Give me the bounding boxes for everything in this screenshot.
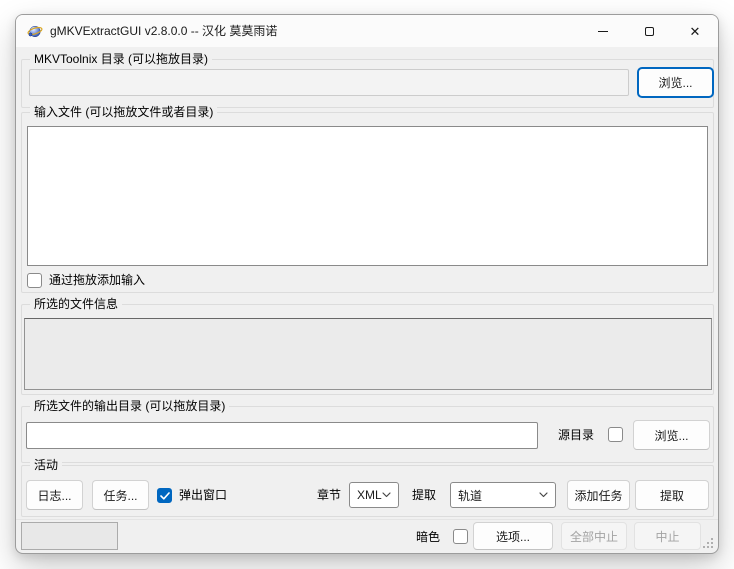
mkvtoolnix-dir-group-label: MKVToolnix 目录 (可以拖放目录) [30,52,212,67]
popup-window-checkbox[interactable] [157,488,172,503]
chapter-label: 章节 [317,488,341,503]
minimize-button[interactable] [580,15,626,47]
chapter-format-value: XML [357,488,382,502]
options-button[interactable]: 选项... [473,522,553,550]
resize-grip[interactable] [703,538,713,548]
window-title: gMKVExtractGUI v2.8.0.0 -- 汉化 莫莫雨诺 [50,15,277,47]
dark-mode-label: 暗色 [416,530,440,545]
chevron-down-icon [539,492,548,498]
popup-window-label: 弹出窗口 [179,488,227,503]
file-info-group-label: 所选的文件信息 [30,297,122,312]
chevron-down-icon [382,492,391,498]
mkvtoolnix-dir-group: MKVToolnix 目录 (可以拖放目录) 浏览... [21,59,714,108]
input-files-list[interactable] [27,126,708,266]
minimize-icon [598,31,608,32]
source-dir-label: 源目录 [558,428,594,443]
abort-all-button: 全部中止 [561,522,627,550]
actions-group-label: 活动 [30,458,62,473]
output-dir-group-label: 所选文件的输出目录 (可以拖放目录) [30,399,229,414]
maximize-button[interactable] [626,15,672,47]
file-info-group: 所选的文件信息 [21,304,714,395]
source-dir-checkbox[interactable] [608,427,623,442]
statusbar-divider [16,519,718,520]
input-files-group-label: 输入文件 (可以拖放文件或者目录) [30,105,217,120]
actions-group: 活动 日志... 任务... 弹出窗口 章节 XML 提取 轨道 添加任务 提取 [21,465,714,517]
close-icon: ✕ [690,25,701,38]
extract-button[interactable]: 提取 [635,480,709,510]
add-job-button[interactable]: 添加任务 [567,480,630,510]
chapter-format-select[interactable]: XML [349,482,399,508]
output-dir-input[interactable] [26,422,538,449]
check-icon [160,492,170,500]
abort-button: 中止 [634,522,701,550]
output-dir-group: 所选文件的输出目录 (可以拖放目录) 源目录 浏览... [21,406,714,463]
add-by-drag-label: 通过拖放添加输入 [49,273,145,288]
titlebar-drag-region[interactable]: gMKVExtractGUI v2.8.0.0 -- 汉化 莫莫雨诺 ✕ [16,15,718,47]
file-info-box[interactable] [24,318,712,390]
dark-mode-checkbox[interactable] [453,529,468,544]
input-files-group: 输入文件 (可以拖放文件或者目录) 通过拖放添加输入 [21,112,714,293]
progress-bar [21,522,118,550]
close-button[interactable]: ✕ [672,15,718,47]
extract-mode-select[interactable]: 轨道 [450,482,556,508]
maximize-icon [645,27,654,36]
log-button[interactable]: 日志... [26,480,83,510]
jobs-button[interactable]: 任务... [92,480,149,510]
extract-mode-label: 提取 [412,488,436,503]
app-icon [27,23,43,39]
mkvtoolnix-dir-input [29,69,629,96]
add-by-drag-checkbox[interactable] [27,273,42,288]
output-browse-button[interactable]: 浏览... [633,420,710,450]
mkvtoolnix-browse-button[interactable]: 浏览... [637,67,714,98]
app-window: gMKVExtractGUI v2.8.0.0 -- 汉化 莫莫雨诺 ✕ MKV… [15,14,719,554]
extract-mode-value: 轨道 [458,487,482,504]
